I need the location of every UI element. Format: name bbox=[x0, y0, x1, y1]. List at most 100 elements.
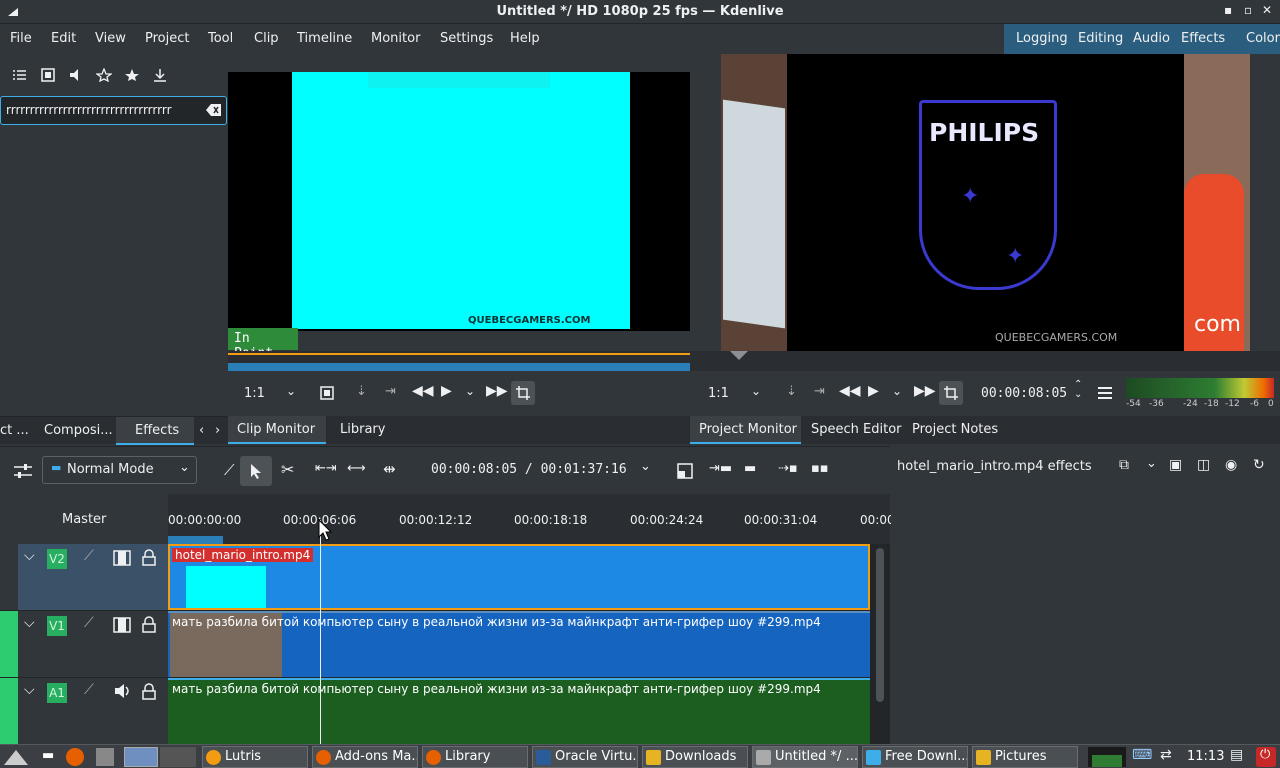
track-header-a1[interactable]: ⌵ A1 ⟋ bbox=[0, 678, 168, 744]
set-out-icon[interactable]: ⇥ bbox=[814, 384, 825, 399]
menu-edit[interactable]: Edit bbox=[51, 31, 76, 46]
workspace-1[interactable] bbox=[124, 747, 158, 767]
play-options-icon[interactable]: ⌄ bbox=[892, 384, 902, 398]
clip-zoom-select[interactable]: 1:1 bbox=[244, 386, 265, 401]
set-in-icon[interactable]: ⇣ bbox=[786, 384, 797, 399]
tab-effects[interactable]: Effects bbox=[135, 423, 179, 438]
effect-wand-icon[interactable]: ⟋ bbox=[84, 548, 94, 564]
project-zoom-select[interactable]: 1:1 bbox=[708, 386, 729, 401]
task-free-download[interactable]: Free Downl... bbox=[862, 746, 968, 768]
tab-project[interactable]: ct ... bbox=[0, 423, 29, 438]
clock[interactable]: 11:13 bbox=[1187, 749, 1224, 764]
layout-logging[interactable]: Logging bbox=[1016, 31, 1068, 46]
minimize-icon[interactable]: ▪ bbox=[1224, 3, 1232, 17]
reset-icon[interactable]: ↻ bbox=[1253, 457, 1265, 473]
menu-view[interactable]: View bbox=[95, 31, 126, 46]
film-icon[interactable] bbox=[113, 617, 131, 633]
start-menu-icon[interactable] bbox=[4, 748, 34, 766]
menu-file[interactable]: File bbox=[10, 31, 32, 46]
timeline-ruler[interactable]: 00:00:00:00 00:00:06:06 00:00:12:12 00:0… bbox=[168, 494, 895, 544]
track-v1-name[interactable]: V1 bbox=[47, 616, 67, 636]
tab-project-notes[interactable]: Project Notes bbox=[912, 422, 998, 437]
menu-monitor[interactable]: Monitor bbox=[371, 31, 420, 46]
clear-search-icon[interactable] bbox=[205, 103, 222, 117]
menu-help[interactable]: Help bbox=[510, 31, 540, 46]
task-downloads[interactable]: Downloads bbox=[642, 746, 748, 768]
timeline-scrollbar[interactable] bbox=[876, 548, 884, 702]
timecode-spin-icon[interactable]: ⌃ ⌄ bbox=[1074, 380, 1082, 400]
crop-button[interactable] bbox=[939, 381, 963, 405]
set-in-icon[interactable]: ⇣ bbox=[356, 384, 367, 399]
project-monitor-video[interactable]: PHILIPS ✦ ✦ QUEBECGAMERS.COM com bbox=[721, 54, 1250, 351]
effect-wand-icon[interactable]: ⟋ bbox=[84, 615, 94, 631]
tab-speech-editor[interactable]: Speech Editor bbox=[811, 422, 902, 437]
insert-icon[interactable]: ⇥▬ bbox=[709, 461, 732, 476]
clip-a1-audio[interactable]: мать разбила битой компьютер сыну в реал… bbox=[168, 678, 870, 744]
chevron-down-icon[interactable]: ⌄ bbox=[640, 459, 651, 474]
chevron-down-icon[interactable]: ⌄ bbox=[1146, 456, 1157, 471]
timeline-timecode[interactable]: 00:00:08:05 / 00:01:37:16 bbox=[431, 462, 627, 477]
track-a1-target[interactable] bbox=[0, 678, 18, 744]
track-a1-name[interactable]: A1 bbox=[47, 683, 67, 703]
collapse-icon[interactable]: ⌵ bbox=[24, 682, 35, 698]
chevron-down-icon[interactable]: ⌄ bbox=[286, 384, 296, 398]
clip-ruler[interactable] bbox=[228, 351, 706, 371]
chevron-down-icon[interactable]: ⌄ bbox=[751, 384, 761, 398]
menu-project[interactable]: Project bbox=[145, 31, 189, 46]
track-v2-name[interactable]: V2 bbox=[47, 549, 67, 569]
track-header-v1[interactable]: ⌵ V1 ⟋ bbox=[0, 611, 168, 677]
track-header-v2[interactable]: ⌵ V2 ⟋ bbox=[0, 544, 168, 610]
compare-icon[interactable]: ⧉ bbox=[1119, 457, 1129, 473]
custom-effects-icon[interactable] bbox=[96, 68, 112, 82]
lock-icon[interactable] bbox=[142, 683, 156, 700]
file-manager-icon[interactable] bbox=[96, 748, 114, 766]
overwrite-icon[interactable]: ▬ bbox=[744, 461, 756, 476]
firefox-icon[interactable] bbox=[66, 748, 84, 766]
rewind-icon[interactable]: ◀◀ bbox=[839, 383, 861, 399]
play-icon[interactable]: ▶ bbox=[868, 383, 879, 399]
project-ruler[interactable] bbox=[690, 351, 1280, 371]
workspace-2[interactable] bbox=[160, 747, 196, 767]
menu-tool[interactable]: Tool bbox=[208, 31, 233, 46]
project-timecode[interactable]: 00:00:08:05 bbox=[981, 386, 1067, 401]
menu-timeline[interactable]: Timeline bbox=[297, 31, 352, 46]
forward-icon[interactable]: ▶▶ bbox=[486, 383, 508, 399]
master-label[interactable]: Master bbox=[62, 512, 106, 527]
tab-clip-monitor[interactable]: Clip Monitor bbox=[237, 422, 315, 437]
ripple-tool-icon[interactable]: ⟷ bbox=[347, 461, 366, 476]
collapse-icon[interactable]: ⌵ bbox=[24, 615, 35, 631]
tab-next-icon[interactable]: › bbox=[215, 423, 220, 438]
edit-mode-select[interactable]: ▬ Normal Mode ⌄ bbox=[42, 456, 197, 484]
tab-compositions[interactable]: Composi... bbox=[44, 423, 113, 438]
crop-button[interactable] bbox=[511, 381, 535, 405]
task-library[interactable]: Library bbox=[422, 746, 528, 768]
rewind-icon[interactable]: ◀◀ bbox=[412, 383, 434, 399]
eye-icon[interactable]: ◉ bbox=[1225, 457, 1237, 473]
maximize-icon[interactable]: ▫ bbox=[1244, 3, 1252, 17]
timeline-settings-icon[interactable] bbox=[14, 463, 32, 479]
task-virtualbox[interactable]: Oracle Virtu... bbox=[532, 746, 638, 768]
favorites-icon[interactable] bbox=[124, 68, 140, 82]
layout-color[interactable]: Color bbox=[1246, 31, 1280, 46]
effects-search-input[interactable]: rrrrrrrrrrrrrrrrrrrrrrrrrrrrrrrrrrr bbox=[0, 96, 227, 125]
menu-settings[interactable]: Settings bbox=[440, 31, 493, 46]
lift-icon[interactable]: ⇢▪ bbox=[778, 461, 798, 476]
save-stack-icon[interactable]: ▣ bbox=[1169, 457, 1182, 473]
play-icon[interactable]: ▶ bbox=[441, 383, 452, 399]
play-options-icon[interactable]: ⌄ bbox=[465, 384, 475, 398]
effect-wand-icon[interactable]: ⟋ bbox=[84, 682, 94, 698]
network-icon[interactable]: ⌨ bbox=[1132, 747, 1152, 763]
update-icon[interactable]: ⇄ bbox=[1160, 747, 1172, 763]
task-addons[interactable]: Add-ons Ma... bbox=[312, 746, 418, 768]
timeline-playhead[interactable] bbox=[320, 520, 321, 744]
selection-tool-button[interactable] bbox=[240, 456, 272, 486]
tab-library[interactable]: Library bbox=[340, 422, 385, 437]
menu-clip[interactable]: Clip bbox=[254, 31, 279, 46]
lock-icon[interactable] bbox=[142, 616, 156, 633]
razor-magic-icon[interactable]: ⟋ bbox=[224, 461, 235, 479]
forward-icon[interactable]: ▶▶ bbox=[914, 383, 936, 399]
lock-icon[interactable] bbox=[142, 549, 156, 566]
close-icon[interactable]: ✕ bbox=[1262, 3, 1272, 17]
set-out-icon[interactable]: ⇥ bbox=[385, 384, 396, 399]
track-v1-target[interactable] bbox=[0, 611, 18, 677]
